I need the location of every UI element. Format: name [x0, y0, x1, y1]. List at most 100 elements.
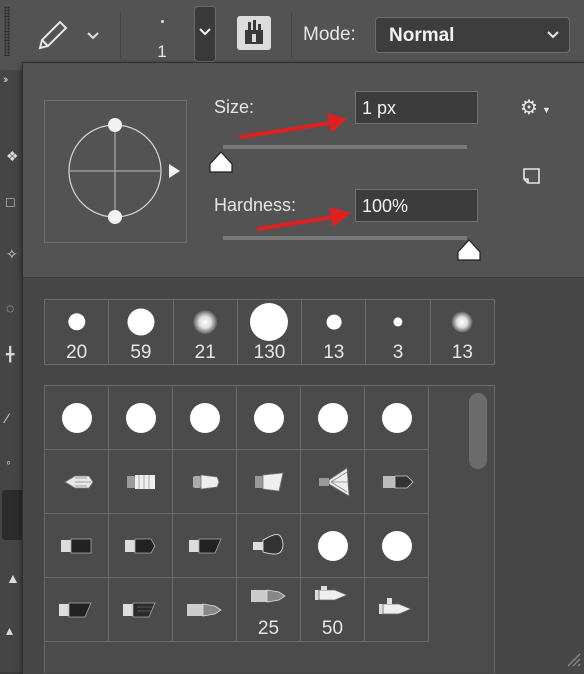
brush-presets-grid: 25 50 [45, 386, 429, 642]
gear-icon[interactable]: ⚙ [520, 95, 538, 120]
brush-preset-round[interactable] [365, 386, 429, 450]
bristle-angle-icon [189, 538, 222, 554]
brush-preset-erodible-flat[interactable]: 25 [237, 578, 301, 642]
resize-handle-icon[interactable] [565, 651, 581, 667]
brush-presets-list: 25 50 [44, 385, 495, 673]
brush-preset-round[interactable] [365, 514, 429, 578]
brush-preset-bristle-flat[interactable] [109, 450, 173, 514]
eyedropper-tool-icon[interactable]: ⁄ [6, 410, 20, 426]
annotation-arrow-size [239, 113, 347, 139]
brush-preset-bristle-fan-flat[interactable] [237, 450, 301, 514]
brush-preset-size: 25 [257, 618, 280, 639]
brush-preview[interactable]: 1 [130, 6, 194, 62]
brush-preset-bristle-angle-3[interactable] [109, 578, 173, 642]
chevron-down-icon[interactable]: ▼ [542, 105, 551, 115]
brush-preset-airbrush[interactable]: 50 [301, 578, 365, 642]
brush-preset-round[interactable] [301, 514, 365, 578]
healing-tool-icon[interactable]: ◦ [6, 454, 20, 470]
brush-tip-icon [250, 303, 289, 341]
brush-settings-icon[interactable] [237, 16, 271, 50]
bristle-angle-2-icon [59, 602, 92, 618]
brush-tip-icon [127, 308, 155, 336]
recent-brush-size: 59 [130, 342, 152, 363]
recent-brush-size: 130 [253, 342, 286, 363]
separator [120, 12, 121, 58]
brush-preset-bristle-blunt[interactable] [45, 514, 109, 578]
brush-preset-size: 50 [321, 618, 344, 639]
recent-brush-item[interactable]: 21 [174, 300, 238, 364]
brush-preset-bristle-blunt-2[interactable] [109, 514, 173, 578]
brush-preset-airbrush-2[interactable] [365, 578, 429, 642]
bristle-flat-icon [127, 475, 155, 489]
brush-preset-round[interactable] [109, 386, 173, 450]
recent-brush-item[interactable]: 130 [238, 300, 303, 364]
quick-select-tool-icon[interactable]: ◌ [6, 300, 20, 316]
round-icon [254, 403, 284, 433]
round-icon [126, 403, 156, 433]
round-icon [62, 403, 92, 433]
bristle-blunt-2-icon [125, 538, 156, 554]
bristle-point-icon [383, 475, 414, 489]
bristle-round-2-icon [193, 474, 220, 490]
brush-tip-icon [451, 311, 473, 333]
brush-preset-bristle-cat[interactable] [237, 514, 301, 578]
bristle-blunt-icon [61, 538, 92, 554]
size-slider-thumb[interactable] [209, 151, 233, 173]
clone-stamp-tool-icon[interactable]: ▲ [6, 570, 20, 586]
move-tool-icon[interactable]: ❖ [6, 148, 20, 164]
recent-brush-size: 13 [451, 342, 473, 363]
brush-preset-bristle-point[interactable] [365, 450, 429, 514]
hardness-input[interactable]: 100% [355, 189, 478, 222]
history-brush-tool-icon[interactable]: ▴ [6, 622, 20, 638]
brush-tip-icon [326, 314, 342, 330]
options-bar: 1 Mode: Normal [0, 0, 584, 71]
brush-preset-round[interactable] [173, 386, 237, 450]
round-icon [190, 403, 220, 433]
recent-brush-item[interactable]: 20 [45, 300, 110, 364]
brush-tip-icon [393, 317, 403, 327]
brush-preset-bristle-fan[interactable] [301, 450, 365, 514]
size-input[interactable]: 1 px [355, 91, 478, 124]
recent-brush-size: 21 [194, 342, 216, 363]
presets-scrollbar[interactable] [469, 393, 487, 469]
brush-preset-bristle-round[interactable] [45, 450, 109, 514]
recent-brush-item[interactable]: 3 [366, 300, 431, 364]
expand-panel-icon[interactable]: ›› [3, 74, 9, 86]
options-bar-grip[interactable] [4, 6, 10, 56]
recent-brush-size: 20 [66, 342, 88, 363]
mode-select[interactable]: Normal [375, 17, 570, 53]
recent-brush-item[interactable]: 59 [109, 300, 174, 364]
mode-label: Mode: [303, 24, 356, 45]
recent-brush-item[interactable]: 13 [431, 300, 494, 364]
pencil-icon[interactable] [34, 18, 74, 54]
erodible-point-icon [187, 603, 222, 617]
crop-tool-icon[interactable]: ╋ [6, 346, 20, 362]
brush-preset-round[interactable] [45, 386, 109, 450]
annotation-arrow-hardness [257, 207, 351, 231]
tool-preset-chevron-icon[interactable] [86, 28, 100, 44]
hardness-value: 100% [362, 196, 409, 216]
marquee-tool-icon[interactable]: □ [6, 194, 20, 210]
tools-panel: ›› ❖ □ ✧ ◌ ╋ ⁄ ◦ ▲ ▴ [0, 70, 26, 672]
brush-picker-button[interactable] [194, 6, 216, 62]
brush-preset-round[interactable] [237, 386, 301, 450]
recent-brush-size: 3 [392, 342, 404, 363]
brush-preset-bristle-round-2[interactable] [173, 450, 237, 514]
brush-preset-round[interactable] [301, 386, 365, 450]
mode-value: Normal [389, 25, 455, 46]
brush-tip-icon [67, 313, 86, 331]
hardness-slider-thumb[interactable] [457, 239, 481, 261]
brush-preset-picker: Size: 1 px Hardness: 100% ⚙ ▼ 20 59 21 1… [22, 62, 584, 674]
brush-preset-bristle-angle-2[interactable] [45, 578, 109, 642]
brush-preset-bristle-angle[interactable] [173, 514, 237, 578]
brush-size-preview: 1 [157, 42, 167, 61]
recent-brush-item[interactable]: 13 [302, 300, 367, 364]
brush-preset-erodible-point[interactable] [173, 578, 237, 642]
lasso-tool-icon[interactable]: ✧ [6, 246, 20, 262]
airbrush-2-icon [379, 598, 413, 615]
bristle-fan-icon [319, 467, 350, 497]
new-preset-icon[interactable] [521, 165, 543, 187]
round-icon [318, 403, 348, 433]
bristle-round-icon [64, 475, 94, 489]
brush-angle-roundness-control[interactable] [44, 100, 187, 243]
